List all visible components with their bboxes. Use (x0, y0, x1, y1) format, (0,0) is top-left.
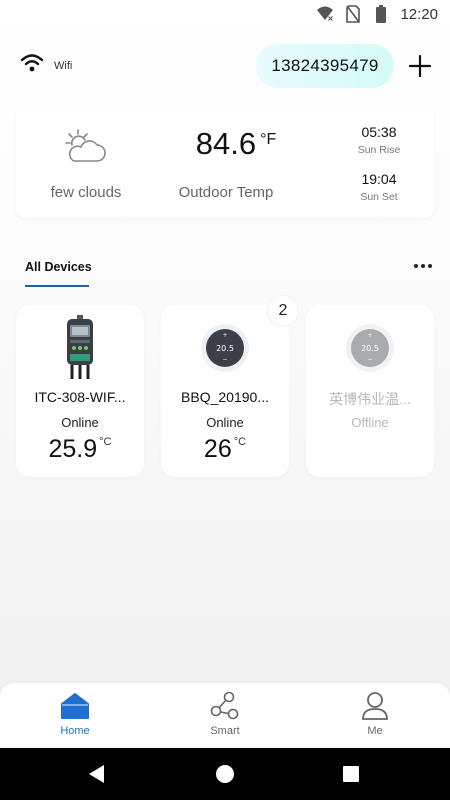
device-status: Online (61, 415, 99, 430)
device-status: Offline (351, 415, 389, 430)
home-icon (61, 693, 89, 719)
recent-apps-icon[interactable] (343, 766, 359, 782)
outdoor-temp: 84.6 °F (176, 126, 296, 162)
back-icon[interactable] (89, 765, 104, 783)
thermostat-icon: + 20.5 − (195, 315, 255, 381)
outdoor-temp-label: Outdoor Temp (178, 184, 274, 201)
device-temp: 25.9 °C (16, 435, 144, 464)
thermostat-icon: + 20.5 − (340, 315, 400, 381)
tab-all-devices[interactable]: All Devices (25, 260, 92, 274)
svg-text:+: + (222, 332, 227, 339)
device-temp: 26 °C (161, 435, 289, 464)
thermostat-display: 20.5 (216, 344, 234, 353)
sunrise-time: 05:38 (361, 124, 397, 140)
nav-smart-label: Smart (210, 725, 240, 737)
wifi-label: Wifi (54, 59, 73, 72)
app-screen: 12:20 Wifi 13824395479 few clouds 84.6 °… (0, 0, 450, 800)
sunset: 19:04 Sun Set (334, 171, 424, 203)
system-nav-bar (0, 748, 450, 800)
cloud-sun-icon (64, 128, 108, 164)
wifi-indicator[interactable]: Wifi (20, 53, 72, 78)
add-icon (409, 55, 431, 77)
status-time: 12:20 (400, 5, 438, 23)
device-temp-unit: °C (99, 436, 112, 448)
wifi-icon (20, 53, 44, 78)
svg-text:−: − (367, 356, 372, 363)
person-icon (362, 692, 388, 720)
device-temp-value: 25.9 (48, 435, 98, 463)
device-name: BBQ_20190... (181, 389, 269, 405)
share-icon (210, 691, 239, 720)
sunrise-label: Sun Rise (357, 144, 401, 156)
more-icon-dot (428, 264, 432, 268)
device-card[interactable]: + 20.5 − 英博伟业温... Offline (306, 305, 434, 477)
device-card[interactable]: + 20.5 − BBQ_20190... Online 26 °C (161, 305, 289, 477)
svg-text:−: − (222, 356, 227, 363)
nav-home[interactable]: Home (35, 689, 115, 737)
status-bar: 12:20 (0, 0, 450, 28)
bottom-nav: Home Smart Me (0, 683, 450, 747)
add-device-button[interactable] (406, 52, 434, 80)
nav-smart[interactable]: Smart (185, 689, 265, 737)
weather-condition: few clouds (50, 184, 122, 201)
tab-active-indicator (25, 285, 89, 287)
sunset-time: 19:04 (361, 171, 397, 187)
battery-icon (372, 5, 390, 23)
svg-text:+: + (367, 332, 372, 339)
device-name: 英博伟业温... (329, 391, 411, 407)
more-icon-dot (421, 264, 425, 268)
device-count-badge: 2 (268, 296, 298, 326)
nav-me-label: Me (367, 725, 383, 737)
device-status: Online (206, 415, 244, 430)
sunset-label: Sun Set (360, 191, 398, 203)
temperature-controller-icon (50, 315, 110, 381)
header: Wifi 13824395479 (0, 40, 450, 92)
nav-home-label: Home (60, 725, 90, 737)
device-card[interactable]: ITC-308-WIF... Online 25.9 °C (16, 305, 144, 477)
device-temp-unit: °C (233, 436, 247, 448)
no-sim-icon (344, 5, 362, 23)
weather-card: few clouds 84.6 °F Outdoor Temp 05:38 Sun… (16, 108, 434, 218)
outdoor-temp-value: 84.6 (195, 126, 257, 161)
signal-icon (316, 5, 334, 23)
nav-me[interactable]: Me (335, 689, 415, 737)
account-phone-pill[interactable]: 13824395479 (256, 44, 394, 88)
device-temp-value: 26 (203, 435, 232, 463)
thermostat-display: 20.5 (361, 344, 379, 353)
more-button[interactable] (410, 258, 436, 274)
system-home-icon[interactable] (216, 765, 234, 783)
sunrise: 05:38 Sun Rise (334, 124, 424, 156)
device-name: ITC-308-WIF... (34, 389, 126, 405)
more-icon-dot (414, 264, 418, 268)
outdoor-temp-unit: °F (260, 131, 277, 148)
